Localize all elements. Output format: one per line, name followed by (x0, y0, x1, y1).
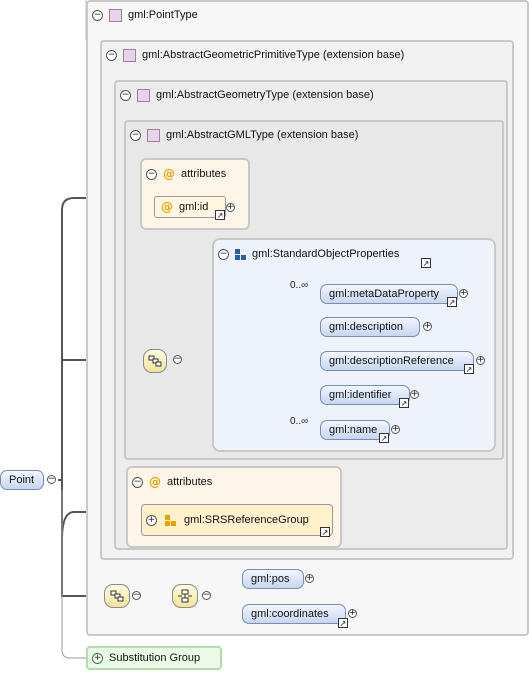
group-label: gml:StandardObjectProperties (252, 248, 400, 260)
complex-type-icon (137, 88, 150, 102)
attribute-icon: @ (163, 167, 175, 181)
collapse-icon[interactable]: − (47, 475, 56, 484)
collapse-icon[interactable]: − (218, 248, 229, 260)
attribute-group-name: gml:SRSReferenceGroup (184, 514, 309, 526)
reference-arrow-icon[interactable]: ↗ (421, 258, 431, 268)
reference-arrow-icon[interactable]: ↗ (379, 433, 389, 443)
abstract-gml-label: gml:AbstractGMLType (extension base) (166, 129, 359, 141)
attribute-icon: @ (161, 200, 173, 214)
element-identifier[interactable]: gml:identifier (320, 385, 410, 405)
collapse-icon[interactable]: − (173, 355, 182, 364)
occurrence-label: 0..∞ (290, 280, 309, 291)
substitution-group[interactable]: + Substitution Group (86, 646, 222, 670)
point-type-label: gml:PointType (128, 9, 198, 21)
sequence-compositor-icon[interactable] (143, 349, 167, 373)
expand-icon[interactable]: + (476, 356, 485, 365)
element-name: gml:descriptionReference (329, 355, 454, 367)
element-descriptionreference[interactable]: gml:descriptionReference (320, 351, 474, 371)
attributes-box-inner: − @ attributes (140, 158, 250, 230)
collapse-icon[interactable]: − (92, 9, 103, 21)
element-name: Point (9, 474, 35, 486)
attributes-label: attributes (181, 168, 227, 180)
element-name: gml:coordinates (251, 608, 329, 620)
expand-icon[interactable]: + (391, 425, 400, 434)
expand-icon[interactable]: + (92, 652, 103, 664)
substitution-group-label: Substitution Group (109, 652, 201, 664)
choice-compositor-icon[interactable] (172, 584, 198, 608)
expand-icon[interactable]: + (410, 390, 419, 399)
element-name: gml:description (329, 321, 403, 333)
root-element-point[interactable]: Point (0, 470, 44, 490)
element-description[interactable]: gml:description (320, 317, 420, 337)
element-pos[interactable]: gml:pos (242, 569, 304, 589)
complex-type-icon (109, 8, 122, 22)
collapse-icon[interactable]: − (202, 591, 211, 600)
reference-arrow-icon[interactable]: ↗ (215, 210, 225, 220)
complex-type-icon (147, 128, 160, 142)
collapse-icon[interactable]: − (106, 49, 117, 61)
reference-arrow-icon[interactable]: ↗ (464, 364, 474, 374)
abstract-geometry-label: gml:AbstractGeometryType (extension base… (156, 89, 374, 101)
expand-icon[interactable]: + (305, 574, 314, 583)
collapse-icon[interactable]: − (130, 129, 141, 141)
reference-arrow-icon[interactable]: ↗ (320, 527, 330, 537)
attribute-icon: @ (149, 475, 161, 489)
element-coordinates[interactable]: gml:coordinates (242, 604, 346, 624)
attribute-group-srsreferencegroup[interactable]: + gml:SRSReferenceGroup (141, 504, 333, 536)
expand-icon[interactable]: + (146, 514, 157, 526)
element-name: gml:metaDataProperty (329, 288, 440, 300)
reference-arrow-icon[interactable]: ↗ (338, 618, 348, 628)
collapse-icon[interactable]: − (120, 89, 131, 101)
collapse-icon[interactable]: − (146, 168, 157, 180)
collapse-icon[interactable]: − (132, 476, 143, 488)
collapse-icon[interactable]: − (132, 591, 141, 600)
expand-icon[interactable]: + (226, 203, 235, 212)
attribute-name: gml:id (179, 201, 209, 213)
expand-icon[interactable]: + (459, 289, 468, 298)
abstract-geometric-primitive-label: gml:AbstractGeometricPrimitiveType (exte… (142, 49, 405, 61)
reference-arrow-icon[interactable]: ↗ (447, 297, 457, 307)
expand-icon[interactable]: + (348, 609, 357, 618)
element-name: gml:pos (251, 573, 290, 585)
reference-arrow-icon[interactable]: ↗ (399, 398, 409, 408)
complex-type-icon (123, 48, 136, 62)
occurrence-label: 0..∞ (290, 416, 309, 427)
element-name: gml:name (329, 424, 378, 436)
element-metadataproperty[interactable]: gml:metaDataProperty (320, 284, 458, 304)
group-icon (235, 248, 246, 260)
element-name: gml:identifier (329, 389, 392, 401)
sequence-compositor-icon[interactable] (104, 584, 130, 608)
attribute-group-icon (165, 514, 176, 526)
expand-icon[interactable]: + (423, 322, 432, 331)
attributes-label: attributes (167, 476, 213, 488)
